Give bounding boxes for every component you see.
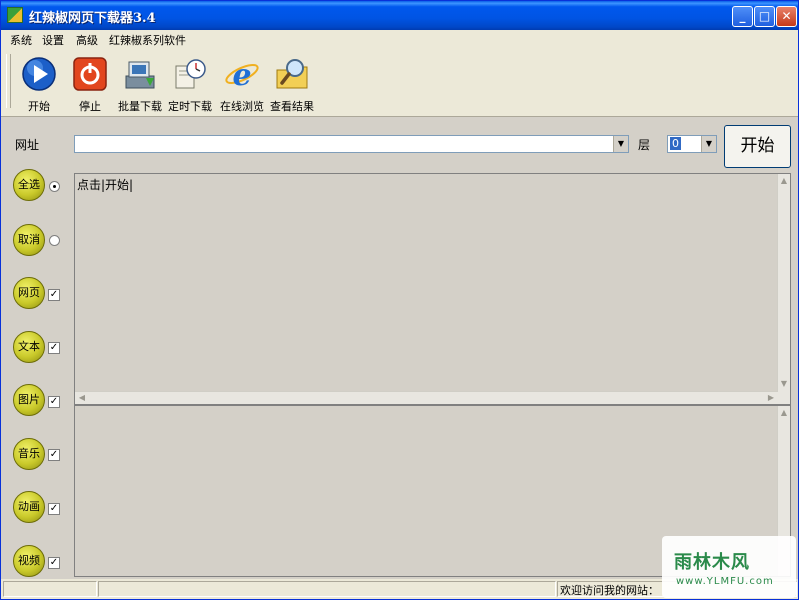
batch-download-icon — [125, 61, 155, 89]
deselect-button[interactable]: 取消 — [13, 224, 45, 256]
menu-advanced[interactable]: 高级 — [76, 32, 98, 48]
log-vertical-scrollbar[interactable]: ▲ ▼ — [777, 174, 790, 404]
app-window: 红辣椒网页下载器3.4 _ □ ✕ 系统 设置 高级 红辣椒系列软件 开始 停止 — [0, 0, 799, 600]
select-all-button[interactable]: 全选 — [13, 169, 45, 201]
watermark-logo: 雨林木风 www.YLMFU.com — [662, 536, 796, 598]
video-checkbox[interactable]: ✓ — [48, 557, 60, 569]
music-button[interactable]: 音乐 — [13, 438, 45, 470]
scroll-up-icon[interactable]: ▲ — [778, 407, 790, 419]
animation-checkbox[interactable]: ✓ — [48, 503, 60, 515]
url-dropdown-arrow-icon[interactable]: ▼ — [613, 136, 628, 152]
app-icon — [7, 7, 23, 23]
status-cell-2 — [98, 581, 556, 597]
start-button[interactable]: 开始 — [724, 125, 791, 168]
select-all-radio[interactable] — [49, 181, 60, 192]
ie-browser-icon: e — [225, 58, 259, 92]
toolbar-view-results-button[interactable]: 查看结果 — [265, 54, 319, 113]
animation-button[interactable]: 动画 — [13, 491, 45, 523]
menu-system[interactable]: 系统 — [10, 32, 32, 48]
url-combobox[interactable]: ▼ — [74, 135, 629, 153]
log-panel[interactable]: 点击|开始| ▲ ▼ ◀ ▶ — [74, 173, 791, 405]
maximize-button[interactable]: □ — [754, 6, 775, 27]
toolbar-grip[interactable] — [6, 54, 11, 108]
window-title: 红辣椒网页下载器3.4 — [29, 11, 156, 26]
scroll-left-icon[interactable]: ◀ — [76, 392, 88, 404]
scroll-right-icon[interactable]: ▶ — [765, 392, 777, 404]
timer-download-icon — [175, 59, 206, 89]
toolbar: 开始 停止 批量下载 定时下载 e 在线浏览 查看结果 — [1, 48, 798, 117]
menu-series-software[interactable]: 红辣椒系列软件 — [109, 32, 186, 48]
toolbar-batch-download-label: 批量下载 — [118, 100, 162, 113]
log-text: 点击|开始| — [77, 178, 134, 192]
layer-dropdown-arrow-icon[interactable]: ▼ — [701, 136, 716, 152]
close-button[interactable]: ✕ — [776, 6, 797, 27]
toolbar-view-results-label: 查看结果 — [270, 100, 314, 113]
image-checkbox[interactable]: ✓ — [48, 396, 60, 408]
toolbar-start-label: 开始 — [28, 100, 50, 113]
toolbar-browse-online-button[interactable]: e 在线浏览 — [215, 54, 269, 113]
watermark-title: 雨林木风 — [674, 552, 750, 573]
watermark-url: www.YLMFU.com — [676, 576, 774, 587]
play-icon — [22, 57, 56, 91]
text-checkbox[interactable]: ✓ — [48, 342, 60, 354]
menu-bar: 系统 设置 高级 红辣椒系列软件 — [1, 30, 798, 48]
text-button[interactable]: 文本 — [13, 331, 45, 363]
minimize-button[interactable]: _ — [732, 6, 753, 27]
toolbar-timer-download-label: 定时下载 — [168, 100, 212, 113]
url-label: 网址 — [15, 138, 40, 152]
title-bar[interactable]: 红辣椒网页下载器3.4 _ □ ✕ — [1, 1, 798, 30]
deselect-radio[interactable] — [49, 235, 60, 246]
layer-label: 层 — [638, 138, 651, 152]
toolbar-start-button[interactable]: 开始 — [12, 54, 66, 113]
toolbar-timer-download-button[interactable]: 定时下载 — [163, 54, 217, 113]
toolbar-browse-online-label: 在线浏览 — [220, 100, 264, 113]
webpage-checkbox[interactable]: ✓ — [48, 289, 60, 301]
image-button[interactable]: 图片 — [13, 384, 45, 416]
video-button[interactable]: 视频 — [13, 545, 45, 577]
status-cell-1 — [3, 581, 97, 597]
webpage-button[interactable]: 网页 — [13, 277, 45, 309]
toolbar-stop-button[interactable]: 停止 — [63, 54, 117, 113]
toolbar-stop-label: 停止 — [79, 100, 101, 113]
layer-combobox[interactable]: 0 ▼ — [667, 135, 717, 153]
log-horizontal-scrollbar[interactable]: ◀ ▶ — [75, 391, 778, 404]
magnifier-folder-icon — [276, 59, 308, 89]
toolbar-batch-download-button[interactable]: 批量下载 — [113, 54, 167, 113]
music-checkbox[interactable]: ✓ — [48, 449, 60, 461]
svg-text:e: e — [232, 58, 251, 92]
layer-value: 0 — [670, 137, 681, 150]
power-stop-icon — [73, 57, 107, 91]
scroll-down-icon[interactable]: ▼ — [778, 378, 790, 390]
menu-settings[interactable]: 设置 — [42, 32, 64, 48]
scroll-up-icon[interactable]: ▲ — [778, 175, 790, 187]
